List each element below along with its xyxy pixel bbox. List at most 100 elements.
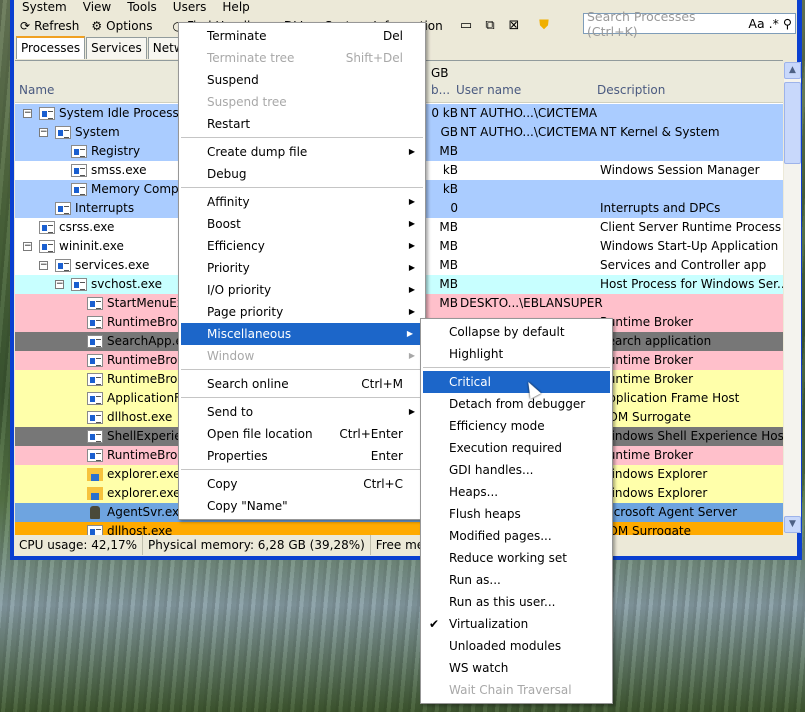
miscellaneous-submenu: Collapse by default Highlight Critical Deta… [420,318,613,704]
menu-item-shortcut: Del [383,29,403,43]
menu-item-label: Collapse by default [449,325,565,339]
menu-item-collapse-by-default[interactable]: Collapse by default [421,321,612,343]
menu-item-suspend[interactable]: Suspend [179,69,425,91]
search-icon[interactable]: ⚲ [783,16,792,31]
memory-cell: MB [439,296,458,310]
process-name: smss.exe [91,163,147,177]
scroll-thumb[interactable] [784,82,801,164]
menu-item-heaps[interactable]: Heaps... [421,481,612,503]
menu-item-unloaded-modules[interactable]: Unloaded modules [421,635,612,657]
column-description[interactable]: Description [597,83,665,97]
search-processes-input[interactable]: Search Processes (Ctrl+K) Aa .* ⚲ [583,9,796,39]
menu-item-label: Window [207,349,255,363]
uac-shield-icon[interactable]: ⛊ [535,18,553,34]
user-name-cell: NT AUTHO...\СИСТЕМА [460,125,598,139]
memory-cell: MB [439,239,458,253]
menu-item-execution-required[interactable]: Execution required [421,437,612,459]
menu-item-priority[interactable]: Priority ▶ [179,257,425,279]
submenu-arrow-icon: ▶ [408,263,415,272]
cpu-usage: CPU usage: 42,17% [14,535,144,555]
menu-item-miscellaneous[interactable]: Miscellaneous ▶ [181,323,423,345]
process-name: System Idle Process [59,106,179,120]
menu-item-create-dump-file[interactable]: Create dump file ▶ [179,141,425,163]
menu-users[interactable]: Users [165,0,215,15]
menu-item-detach-from-debugger[interactable]: Detach from debugger [421,393,612,415]
menu-item-label: WS watch [449,661,509,675]
physical-memory: Physical memory: 6,28 GB (39,28%) [143,535,371,555]
collapse-toggle-icon[interactable]: − [55,280,64,289]
tab-services[interactable]: Services [86,37,147,59]
column-name[interactable]: Name [19,83,54,97]
menu-item-flush-heaps[interactable]: Flush heaps [421,503,612,525]
process-name-cell: StartMenuExp [87,294,192,313]
collapse-toggle-icon[interactable]: − [39,128,48,137]
menu-item-send-to[interactable]: Send to ▶ [179,401,425,423]
match-case-toggle[interactable]: Aa [748,16,764,31]
window-process-icon [87,430,103,443]
menu-item-label: Heaps... [449,485,499,499]
process-name-cell: ApplicationFra [87,389,192,408]
status-bar: CPU usage: 42,17% Physical memory: 6,28 … [14,535,797,555]
refresh-button[interactable]: ⟳ Refresh [14,15,85,36]
menu-item-copy-name[interactable]: Copy "Name" [179,495,425,517]
menu-item-virtualization[interactable]: ✔ Virtualization [421,613,612,635]
options-button[interactable]: ⚙ Options [85,15,158,36]
menu-item-efficiency-mode[interactable]: Efficiency mode [421,415,612,437]
menu-item-critical[interactable]: Critical [423,371,610,393]
description-cell: Search application [600,334,712,348]
process-name-cell: RuntimeBroke [87,446,191,465]
window-process-icon [71,145,87,158]
menu-item-debug[interactable]: Debug [179,163,425,185]
menu-item-efficiency[interactable]: Efficiency ▶ [179,235,425,257]
menu-item-label: Debug [207,167,247,181]
scroll-up-button[interactable]: ▲ [784,62,801,79]
menu-item-label: Terminate tree [207,51,295,65]
window-process-icon [87,354,103,367]
menu-item-boost[interactable]: Boost ▶ [179,213,425,235]
menu-system[interactable]: System [14,0,75,15]
menu-item-ws-watch[interactable]: WS watch [421,657,612,679]
window-process-icon [87,316,103,329]
process-row[interactable]: dllhost.exe COM Surrogate [15,522,783,535]
window-close-icon[interactable]: ⊠ [505,18,523,34]
menu-item-modified-pages[interactable]: Modified pages... [421,525,612,547]
menu-item-open-file-location[interactable]: Open file location Ctrl+Enter [179,423,425,445]
menu-item-highlight[interactable]: Highlight [421,343,612,365]
regex-toggle[interactable]: .* [769,16,779,31]
collapse-toggle-icon[interactable]: − [23,109,32,118]
column-memory[interactable]: b... [431,83,450,97]
scroll-down-button[interactable]: ▼ [784,516,801,533]
menu-item-page-priority[interactable]: Page priority ▶ [179,301,425,323]
process-name-cell: RuntimeBroke [87,351,191,370]
menu-item-terminate[interactable]: Terminate Del [179,25,425,47]
description-cell: COM Surrogate [600,524,692,535]
submenu-arrow-icon: ▶ [408,197,415,206]
menu-item-label: Search online [207,377,289,391]
menu-item-gdi-handles[interactable]: GDI handles... [421,459,612,481]
collapse-toggle-icon[interactable]: − [39,261,48,270]
menu-item-properties[interactable]: Properties Enter [179,445,425,467]
description-cell: Windows Shell Experience Host [600,429,783,443]
description-cell: Interrupts and DPCs [600,201,721,215]
window-icon[interactable]: ▭ [457,18,475,34]
menu-item-label: Boost [207,217,241,231]
menu-view[interactable]: View [75,0,119,15]
menu-item-reduce-working-set[interactable]: Reduce working set [421,547,612,569]
vertical-scrollbar[interactable]: ▲ ▼ [784,62,801,533]
menu-item-i-o-priority[interactable]: I/O priority ▶ [179,279,425,301]
menu-item-copy[interactable]: Copy Ctrl+C [179,473,425,495]
menu-item-affinity[interactable]: Affinity ▶ [179,191,425,213]
memory-cell: kB [442,182,458,196]
window-find-icon[interactable]: ⧉ [481,18,499,34]
column-user-name[interactable]: User name [456,83,521,97]
menu-item-run-as-this-user[interactable]: Run as this user... [421,591,612,613]
menu-item-restart[interactable]: Restart [179,113,425,135]
collapse-toggle-icon[interactable]: − [23,242,32,251]
process-name-cell: − System [39,123,120,142]
menu-item-run-as[interactable]: Run as... [421,569,612,591]
window-process-icon [39,221,55,234]
tab-processes[interactable]: Processes [16,36,86,59]
menu-item-search-online[interactable]: Search online Ctrl+M [179,373,425,395]
menu-help[interactable]: Help [214,0,257,15]
menu-tools[interactable]: Tools [119,0,165,15]
